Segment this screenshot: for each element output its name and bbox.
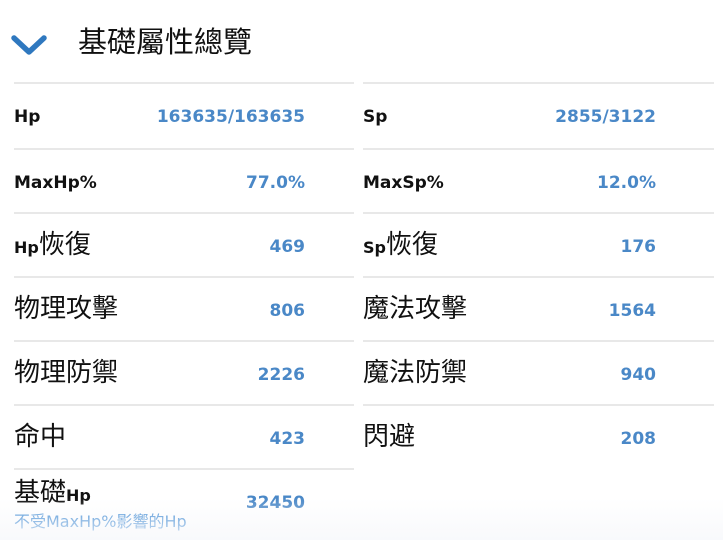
stat-label-base-hp-suffix: Hp [66,486,91,505]
stat-hit: 命中 423 [14,404,354,468]
stat-hp-regen: Hp恢復 469 [14,212,354,276]
stat-label-magic-defense: 魔法防禦 [363,358,468,388]
stat-value-magic-defense: 940 [620,365,657,385]
stat-max-hp-percent: MaxHp% 77.0% [14,148,354,212]
stat-value-sp: 2855/3122 [555,107,656,127]
stat-base-hp: 基礎Hp 不受MaxHp%影響的Hp 32450 [14,468,354,540]
stat-label-physical-attack: 物理攻擊 [14,294,119,324]
stat-value-hp: 163635/163635 [156,107,305,127]
stat-dodge: 閃避 208 [363,404,714,468]
stat-value-hit: 423 [269,429,306,449]
stat-label-sp-regen-suffix: 恢復 [385,230,438,260]
stat-label-base-hp: 基礎Hp [14,476,91,513]
stat-label-hit: 命中 [14,422,67,452]
stat-label-max-hp-percent: MaxHp% [14,173,97,193]
page-title: 基礎屬性總覽 [78,25,253,59]
stat-label-hp-regen: Hp恢復 [14,228,91,265]
stat-value-hp-regen: 469 [269,237,306,257]
stat-label-hp-regen-prefix: Hp [14,238,39,257]
stat-value-max-sp-percent: 12.0% [597,173,656,193]
stat-value-base-hp: 32450 [245,493,305,513]
stat-value-physical-defense: 2226 [257,365,305,385]
stat-physical-attack: 物理攻擊 806 [14,276,354,340]
stat-label-magic-attack: 魔法攻擊 [363,294,468,324]
stat-magic-attack: 魔法攻擊 1564 [363,276,714,340]
stat-label-hp: Hp [14,107,41,127]
stat-hp: Hp 163635/163635 [14,82,354,146]
stat-label-max-sp-percent: MaxSp% [363,173,444,193]
stat-label-sp-regen: Sp恢復 [363,228,438,265]
section-header[interactable]: 基礎屬性總覽 [0,0,723,78]
stat-label-sp-regen-prefix: Sp [363,238,386,257]
stat-value-physical-attack: 806 [269,301,306,321]
stat-sp: Sp 2855/3122 [363,82,714,146]
stat-label-physical-defense: 物理防禦 [14,358,119,388]
chevron-down-icon[interactable] [9,30,49,60]
stats-page: 基礎屬性總覽 Hp 163635/163635 Sp 2855/3122 Max… [0,0,723,540]
stat-physical-defense: 物理防禦 2226 [14,340,354,404]
stat-value-magic-attack: 1564 [608,301,656,321]
stat-value-dodge: 208 [620,429,657,449]
stat-label-hp-regen-suffix: 恢復 [38,230,91,260]
stat-magic-defense: 魔法防禦 940 [363,340,714,404]
stat-sp-regen: Sp恢復 176 [363,212,714,276]
stat-max-sp-percent: MaxSp% 12.0% [363,148,714,212]
base-hp-note: 不受MaxHp%影響的Hp [14,512,187,531]
stat-label-sp: Sp [363,107,388,127]
stat-label-dodge: 閃避 [363,422,416,452]
stat-value-max-hp-percent: 77.0% [246,173,305,193]
stat-label-base-hp-prefix: 基礎 [14,478,67,508]
stat-value-sp-regen: 176 [620,237,657,257]
stats-grid: Hp 163635/163635 Sp 2855/3122 MaxHp% 77.… [14,82,714,540]
